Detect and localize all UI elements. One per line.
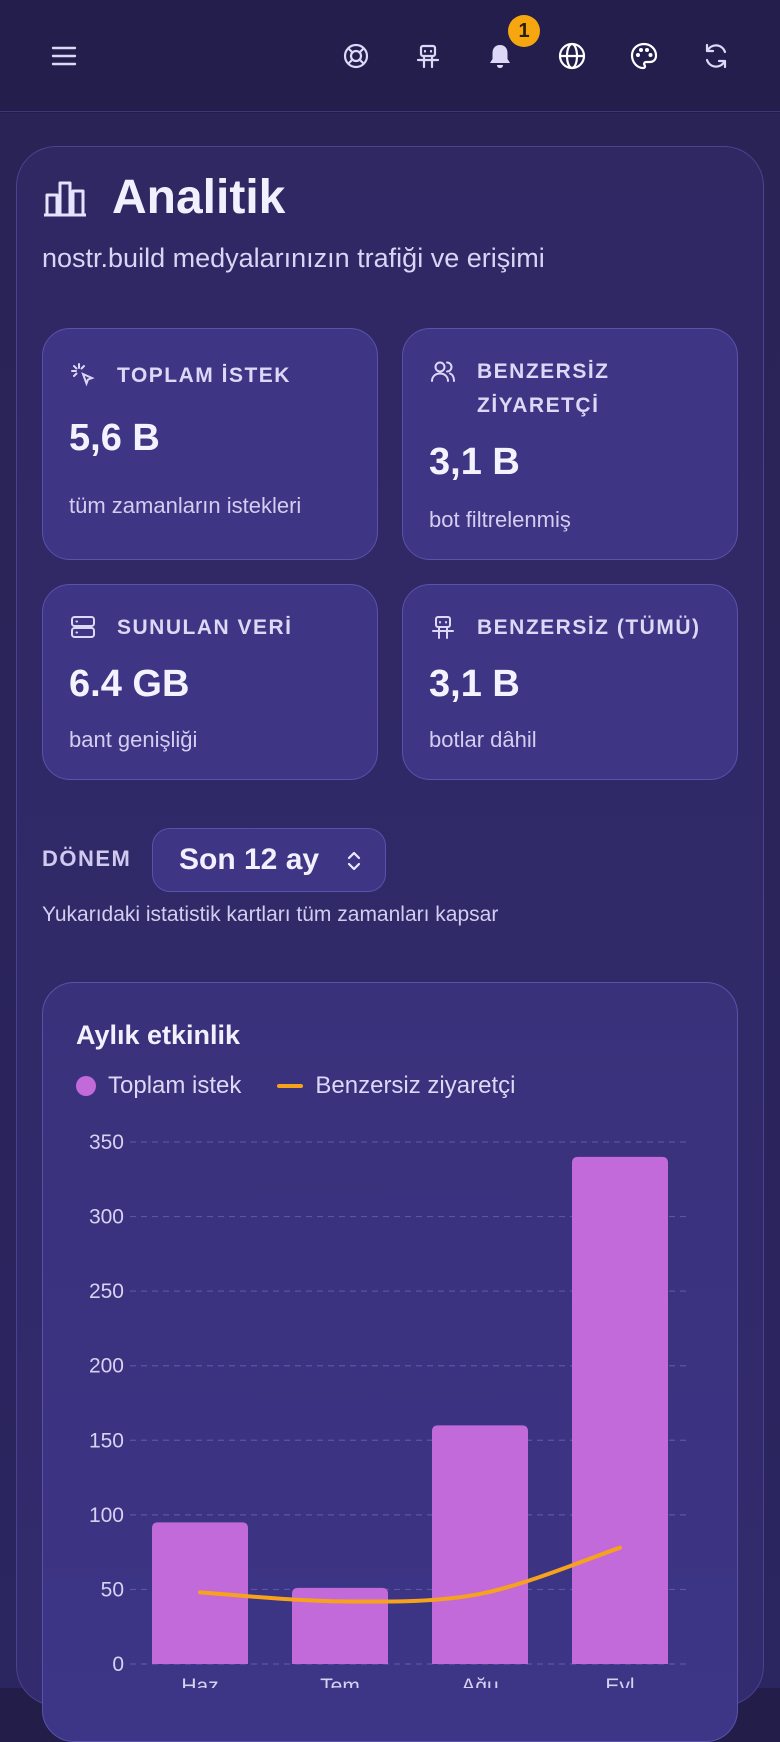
- series-line: [200, 1548, 620, 1602]
- y-tick-label: 0: [112, 1653, 124, 1676]
- x-tick-label: Eyl: [605, 1675, 634, 1688]
- y-tick-label: 300: [89, 1206, 124, 1229]
- activity-chart: 0 50 100 150 200 250 300 350 Haz Tem Ağu Eyl: [0, 0, 780, 1688]
- y-tick-label: 350: [89, 1131, 124, 1154]
- y-tick-label: 50: [101, 1578, 124, 1601]
- y-tick-label: 200: [89, 1355, 124, 1378]
- bar: [432, 1425, 528, 1664]
- y-tick-label: 250: [89, 1280, 124, 1303]
- y-tick-label: 100: [89, 1504, 124, 1527]
- x-tick-label: Haz: [181, 1675, 218, 1688]
- bar: [572, 1157, 668, 1664]
- x-tick-label: Tem: [320, 1675, 360, 1688]
- y-tick-label: 150: [89, 1429, 124, 1452]
- x-tick-label: Ağu: [461, 1675, 498, 1688]
